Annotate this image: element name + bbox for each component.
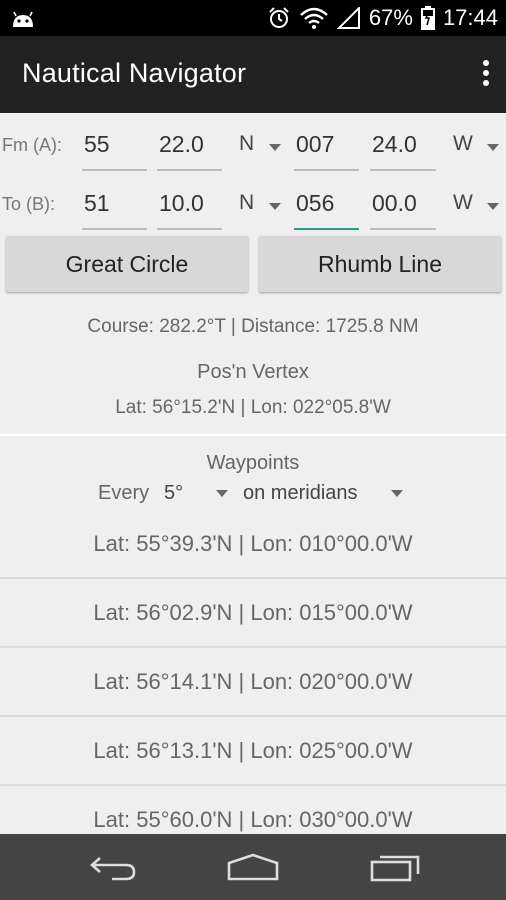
status-time: 17:44 <box>442 5 498 30</box>
chevron-down-icon <box>487 144 499 151</box>
home-icon[interactable] <box>226 852 280 882</box>
from-label: Fm (A): <box>2 135 62 155</box>
to-lon-hemi-value: W <box>453 191 473 214</box>
from-lon-hemi-value: W <box>453 132 473 155</box>
mode-select[interactable]: on meridians <box>243 482 403 505</box>
from-lat-min-input[interactable]: 22.0 <box>157 123 222 171</box>
course-distance-text: Course: 282.2°T | Distance: 1725.8 NM <box>87 316 419 337</box>
alarm-icon <box>269 7 289 28</box>
battery-percent: 67% <box>368 5 413 30</box>
vertex-title: Pos'n Vertex <box>197 361 309 383</box>
battery-icon <box>420 6 435 30</box>
every-label: Every <box>98 482 150 504</box>
to-lat-hemi-value: N <box>239 191 255 214</box>
navigation-bar <box>0 834 506 900</box>
great-circle-button[interactable]: Great Circle <box>6 236 248 292</box>
from-lon-min-input[interactable]: 24.0 <box>370 123 436 171</box>
chevron-down-icon <box>487 203 499 210</box>
signal-icon <box>336 7 360 29</box>
chevron-down-icon <box>269 203 281 210</box>
to-lat-deg-input[interactable]: 51 <box>82 182 147 230</box>
status-bar: 67% 17:44 <box>0 0 506 36</box>
rhumb-line-button[interactable]: Rhumb Line <box>259 236 501 292</box>
overflow-menu-icon[interactable] <box>480 60 492 90</box>
to-lat-hemi-select[interactable]: N <box>239 182 281 230</box>
list-item[interactable]: Lat: 56°14.1'N | Lon: 020°00.0'W <box>0 648 506 716</box>
from-lat-hemi-value: N <box>239 132 255 155</box>
list-item[interactable]: Lat: 56°13.1'N | Lon: 025°00.0'W <box>0 717 506 785</box>
vertex-position: Lat: 56°15.2'N | Lon: 022°05.8'W <box>115 397 391 418</box>
chevron-down-icon <box>391 490 403 497</box>
from-lon-deg-input[interactable]: 007 <box>294 123 359 171</box>
from-row: Fm (A): 55 22.0 N 007 24.0 W <box>0 117 506 175</box>
action-bar: Nautical Navigator <box>0 36 506 113</box>
waypoint-options: Every 5° on meridians <box>0 482 506 508</box>
divider <box>0 434 506 436</box>
recents-icon[interactable] <box>368 852 422 882</box>
from-lat-hemi-select[interactable]: N <box>239 123 281 171</box>
chevron-down-icon <box>269 144 281 151</box>
to-lon-hemi-select[interactable]: W <box>453 182 499 230</box>
waypoints-title: Waypoints <box>206 452 300 474</box>
waypoint-list[interactable]: Lat: 55°39.3'N | Lon: 010°00.0'W Lat: 56… <box>0 510 506 834</box>
from-lat-deg-input[interactable]: 55 <box>82 123 147 171</box>
android-icon <box>13 11 33 27</box>
list-item[interactable]: Lat: 56°02.9'N | Lon: 015°00.0'W <box>0 579 506 647</box>
chevron-down-icon <box>216 490 228 497</box>
from-lon-hemi-select[interactable]: W <box>453 123 499 171</box>
to-lon-deg-input[interactable]: 056 <box>294 182 359 230</box>
to-lat-min-input[interactable]: 10.0 <box>157 182 222 230</box>
interval-select[interactable]: 5° <box>164 482 228 505</box>
wifi-icon <box>300 7 328 29</box>
list-item[interactable]: Lat: 55°39.3'N | Lon: 010°00.0'W <box>0 510 506 578</box>
back-icon[interactable] <box>88 852 138 882</box>
list-item[interactable]: Lat: 55°60.0'N | Lon: 030°00.0'W <box>0 786 506 834</box>
app-title: Nautical Navigator <box>22 58 247 88</box>
to-row: To (B): 51 10.0 N 056 00.0 W <box>0 176 506 234</box>
to-label: To (B): <box>2 194 56 214</box>
mode-value: on meridians <box>243 482 358 504</box>
interval-value: 5° <box>164 482 184 504</box>
to-lon-min-input[interactable]: 00.0 <box>370 182 436 230</box>
